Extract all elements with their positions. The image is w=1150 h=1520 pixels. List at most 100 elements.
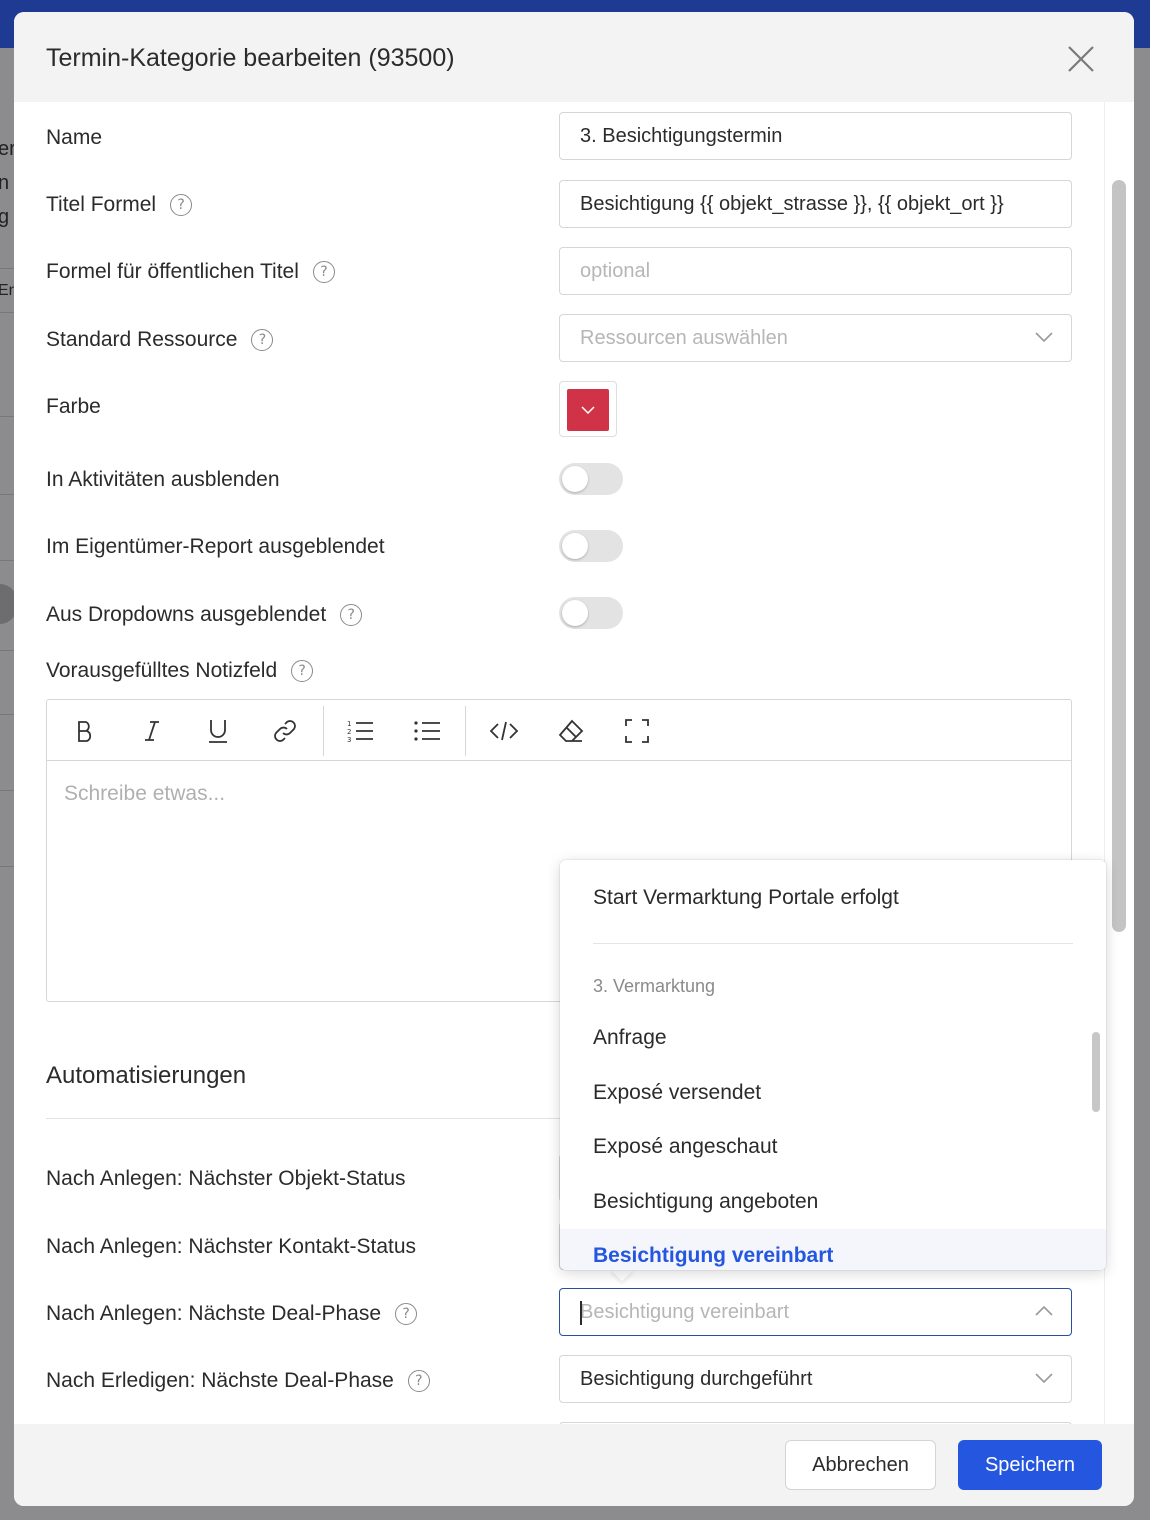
color-label: Farbe (46, 395, 101, 419)
color-label-text: Farbe (46, 395, 101, 418)
dropdown-option[interactable]: Exposé versendet (560, 1066, 1106, 1120)
help-icon[interactable]: ? (251, 329, 274, 351)
dropdown-group-label: 3. Vermarktung (593, 976, 716, 996)
help-icon[interactable]: ? (395, 1303, 418, 1325)
ordered-list-icon[interactable]: 123 (343, 714, 377, 748)
hide-in-activities-toggle[interactable] (559, 463, 623, 495)
hide-in-owner-report-toggle[interactable] (559, 530, 623, 562)
toggle-knob (562, 533, 588, 559)
name-label: Name (46, 126, 102, 150)
background-divider (0, 494, 14, 495)
hide-in-owner-report-label-text: Im Eigentümer-Report ausgeblendet (46, 535, 385, 558)
background-divider (0, 560, 14, 561)
default-resource-label-text: Standard Ressource (46, 328, 238, 351)
background-divider (0, 790, 14, 791)
chevron-down-icon (1035, 332, 1053, 342)
next-contact-status-label-text: Nach Anlegen: Nächster Kontakt-Status (46, 1235, 417, 1258)
dropdown-separator (593, 943, 1073, 944)
public-title-formula-input[interactable]: optional (559, 247, 1072, 295)
eraser-icon[interactable] (554, 714, 588, 748)
hide-in-activities-label: In Aktivitäten ausblenden (46, 468, 280, 492)
background-text-fragment: n (0, 172, 10, 194)
editor-toolbar: 123 (47, 700, 1071, 761)
link-icon[interactable] (268, 714, 302, 748)
automations-title: Automatisierungen (46, 1062, 247, 1089)
svg-text:3: 3 (347, 736, 351, 743)
background-divider (0, 312, 14, 313)
bullet-list-icon[interactable] (410, 714, 444, 748)
background-divider (0, 268, 14, 269)
modal-scrollbar-thumb[interactable] (1112, 180, 1126, 932)
default-resource-label: Standard Ressource ? (46, 328, 274, 352)
color-picker[interactable] (559, 381, 617, 437)
modal-title: Termin-Kategorie bearbeiten (93500) (46, 44, 455, 72)
italic-icon[interactable] (135, 714, 169, 748)
name-input-value: 3. Besichtigungstermin (580, 124, 783, 147)
hide-in-activities-label-text: In Aktivitäten ausblenden (46, 468, 280, 491)
help-icon[interactable]: ? (291, 660, 314, 682)
title-formula-label: Titel Formel ? (46, 193, 193, 217)
next-contact-status-label: Nach Anlegen: Nächster Kontakt-Status (46, 1235, 416, 1259)
toggle-knob (562, 600, 588, 626)
title-formula-input[interactable]: Besichtigung {{ objekt_strasse }}, {{ ob… (559, 180, 1072, 228)
hide-in-dropdowns-toggle[interactable] (559, 597, 623, 629)
help-icon[interactable]: ? (407, 1370, 430, 1392)
next-deal-phase-done-select[interactable]: Besichtigung durchgeführt (559, 1355, 1072, 1403)
deal-phase-dropdown: Start Vermarktung Portale erfolgt 3. Ver… (560, 860, 1106, 1270)
name-input[interactable]: 3. Besichtigungstermin (559, 112, 1072, 160)
name-label-text: Name (46, 126, 103, 149)
title-formula-label-text: Titel Formel (46, 193, 157, 216)
next-deal-phase-create-label: Nach Anlegen: Nächste Deal-Phase ? (46, 1302, 418, 1326)
background-divider (0, 866, 14, 867)
dropdown-option[interactable]: Besichtigung angeboten (560, 1175, 1106, 1229)
help-icon[interactable]: ? (312, 261, 335, 283)
dropdown-option[interactable]: Anfrage (560, 1011, 1106, 1065)
color-swatch (567, 389, 609, 431)
prefilled-note-label: Vorausgefülltes Notizfeld ? (46, 659, 314, 683)
chevron-down-icon (581, 406, 595, 414)
background-divider (0, 416, 14, 417)
chevron-down-icon (1035, 1373, 1053, 1383)
public-title-formula-placeholder: optional (580, 259, 651, 282)
default-resource-select[interactable]: Ressourcen auswählen (559, 314, 1072, 362)
underline-icon[interactable] (201, 714, 235, 748)
chevron-up-icon (1035, 1306, 1053, 1316)
close-icon[interactable] (1066, 44, 1096, 74)
editor-placeholder: Schreibe etwas... (64, 782, 226, 805)
next-deal-phase-create-placeholder: Besichtigung vereinbart (580, 1300, 790, 1323)
public-title-formula-label-text: Formel für öffentlichen Titel (46, 260, 299, 283)
next-object-status-label: Nach Anlegen: Nächster Objekt-Status (46, 1167, 406, 1191)
hide-in-dropdowns-label: Aus Dropdowns ausgeblendet ? (46, 603, 363, 627)
help-icon[interactable]: ? (340, 604, 363, 626)
next-deal-phase-create-label-text: Nach Anlegen: Nächste Deal-Phase (46, 1302, 382, 1325)
toggle-knob (562, 466, 588, 492)
next-deal-phase-done-label-text: Nach Erledigen: Nächste Deal-Phase (46, 1369, 394, 1392)
title-formula-input-value: Besichtigung {{ objekt_strasse }}, {{ ob… (580, 192, 1004, 215)
fullscreen-icon[interactable] (620, 714, 654, 748)
dropdown-option[interactable]: Exposé angeschaut (560, 1120, 1106, 1174)
default-resource-placeholder: Ressourcen auswählen (580, 326, 788, 349)
dropdown-option[interactable]: Start Vermarktung Portale erfolgt (560, 871, 1106, 925)
hide-in-dropdowns-label-text: Aus Dropdowns ausgeblendet (46, 603, 327, 626)
next-object-status-label-text: Nach Anlegen: Nächster Objekt-Status (46, 1167, 406, 1190)
dropdown-option-selected[interactable]: Besichtigung vereinbart (560, 1229, 1106, 1270)
next-deal-phase-done-value: Besichtigung durchgeführt (580, 1367, 813, 1390)
toolbar-separator (465, 706, 466, 756)
svg-text:1: 1 (347, 720, 351, 728)
dropdown-scrollbar-thumb[interactable] (1092, 1032, 1100, 1112)
prefilled-note-label-text: Vorausgefülltes Notizfeld (46, 659, 278, 682)
save-button[interactable]: Speichern (958, 1440, 1102, 1490)
help-icon[interactable]: ? (170, 194, 193, 216)
background-divider (0, 714, 14, 715)
modal-footer: Abbrechen Speichern (14, 1424, 1134, 1506)
cancel-button[interactable]: Abbrechen (785, 1440, 936, 1490)
next-deal-phase-create-select[interactable]: Besichtigung vereinbart (559, 1288, 1072, 1336)
text-cursor (580, 1301, 582, 1325)
bold-icon[interactable] (68, 714, 102, 748)
edit-category-modal: Termin-Kategorie bearbeiten (93500) Name… (14, 12, 1134, 1506)
svg-text:2: 2 (347, 728, 351, 736)
toolbar-separator (323, 706, 324, 756)
next-deal-phase-done-label: Nach Erledigen: Nächste Deal-Phase ? (46, 1369, 430, 1393)
code-icon[interactable] (487, 714, 521, 748)
modal-header: Termin-Kategorie bearbeiten (93500) (14, 12, 1134, 102)
